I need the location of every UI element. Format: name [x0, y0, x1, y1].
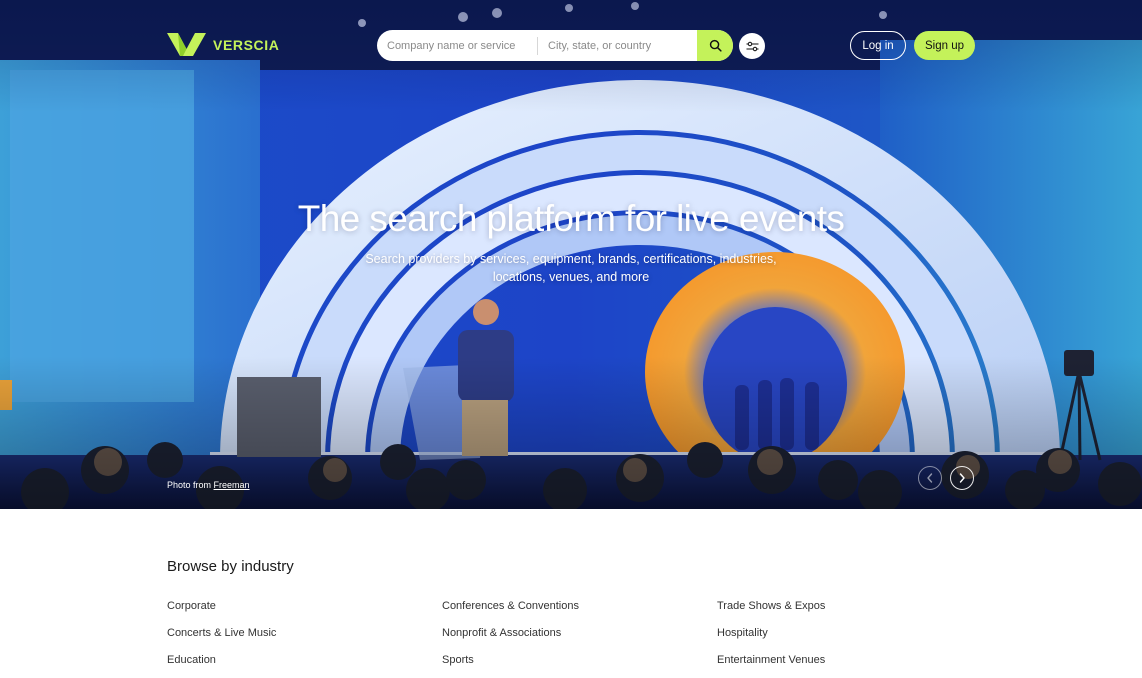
industry-link-concerts-live-music[interactable]: Concerts & Live Music: [167, 626, 442, 640]
signup-button[interactable]: Sign up: [914, 31, 975, 60]
industry-link-hospitality[interactable]: Hospitality: [717, 626, 987, 640]
industry-link-trade-shows-expos[interactable]: Trade Shows & Expos: [717, 599, 987, 613]
location-search-input[interactable]: [538, 30, 697, 61]
carousel-next-button[interactable]: [950, 466, 974, 490]
brand-logo[interactable]: VERSCIA: [167, 32, 279, 57]
search-bar: [377, 30, 733, 61]
sliders-icon: [746, 41, 758, 51]
industry-link-corporate[interactable]: Corporate: [167, 599, 442, 613]
industry-list: Corporate Conferences & Conventions Trad…: [167, 599, 987, 667]
chevron-right-icon: [959, 473, 965, 483]
hero-subtitle: Search providers by services, equipment,…: [365, 252, 777, 284]
chevron-left-icon: [927, 473, 933, 483]
industry-link-sports[interactable]: Sports: [442, 653, 717, 667]
verscia-logo-icon: [167, 33, 206, 56]
search-icon: [709, 39, 722, 52]
photo-credit-link[interactable]: Freeman: [214, 480, 250, 490]
hero-section: VERSCIA Log in Sign up: [0, 0, 1142, 509]
photo-credit-prefix: Photo from: [167, 480, 212, 490]
industry-link-entertainment-venues[interactable]: Entertainment Venues: [717, 653, 987, 667]
industry-link-nonprofit-associations[interactable]: Nonprofit & Associations: [442, 626, 717, 640]
login-button[interactable]: Log in: [850, 31, 906, 60]
filter-button[interactable]: [739, 33, 765, 59]
hero-title: The search platform for live events: [297, 198, 845, 239]
search-button[interactable]: [697, 30, 733, 61]
page: VERSCIA Log in Sign up: [0, 0, 1142, 678]
company-search-input[interactable]: [377, 30, 537, 61]
industry-link-education[interactable]: Education: [167, 653, 442, 667]
brand-name: VERSCIA: [213, 36, 280, 53]
photo-credit: Photo from Freeman: [167, 480, 250, 490]
industry-link-conferences-conventions[interactable]: Conferences & Conventions: [442, 599, 717, 613]
browse-by-industry-heading: Browse by industry: [167, 558, 294, 575]
carousel-prev-button[interactable]: [918, 466, 942, 490]
